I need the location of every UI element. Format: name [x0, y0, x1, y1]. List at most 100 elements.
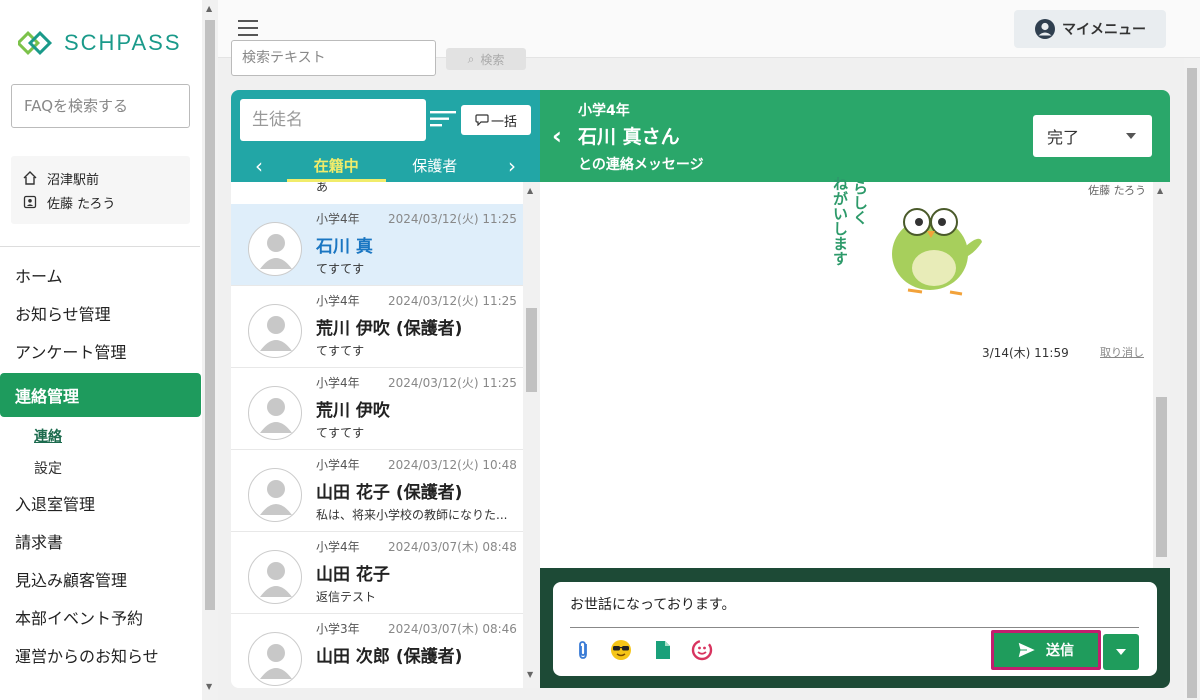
- scroll-down-icon[interactable]: ▼: [206, 682, 212, 691]
- contact-list-header: 一括 ‹ 在籍中 保護者 ›: [231, 90, 540, 182]
- list-item-name: 荒川 伊吹: [316, 401, 390, 421]
- list-item-date: 2024/03/12(火) 11:25: [388, 294, 517, 308]
- bulk-message-label: 一括: [490, 114, 517, 130]
- nav-contact-management[interactable]: 連絡管理: [0, 373, 201, 417]
- sidebar-scrollbar[interactable]: ▲ ▼: [202, 0, 218, 700]
- list-item-grade: 小学4年: [316, 212, 360, 226]
- message-timestamp: 3/14(木) 11:59: [982, 346, 1069, 360]
- logo[interactable]: SCHPASS: [18, 28, 182, 58]
- faq-search-input[interactable]: [11, 84, 190, 128]
- svg-text:らしく: らしく: [851, 180, 869, 225]
- compose-text-field[interactable]: お世話になっております。: [570, 594, 735, 614]
- status-select[interactable]: 完了: [1033, 115, 1152, 157]
- list-item-partial[interactable]: あ: [231, 182, 540, 204]
- send-options-dropdown[interactable]: [1103, 634, 1139, 670]
- scroll-down-icon[interactable]: ▼: [527, 670, 533, 679]
- document-icon[interactable]: [651, 638, 675, 662]
- emoji-sunglasses-icon[interactable]: [609, 638, 633, 662]
- text-search-input[interactable]: 検索テキスト: [231, 40, 436, 76]
- send-button-group: 送信: [991, 630, 1139, 670]
- sidebar: SCHPASS 沼津駅前 佐藤 たろう ホーム お知らせ管理 アンケート管理 連…: [0, 0, 218, 700]
- my-menu-button[interactable]: マイメニュー: [1014, 10, 1166, 48]
- list-item-message: あ: [316, 182, 329, 194]
- back-chevron-icon[interactable]: ‹: [552, 122, 562, 150]
- list-item[interactable]: 小学4年 2024/03/07(木) 08:48 山田 花子 返信テスト: [231, 532, 540, 614]
- status-value: 完了: [1047, 128, 1080, 147]
- caret-down-icon: [1126, 133, 1136, 139]
- nav-prospect-management[interactable]: 見込み顧客管理: [0, 560, 201, 598]
- account-circle-icon: [1035, 19, 1055, 39]
- avatar: [248, 222, 302, 276]
- attach-paperclip-icon[interactable]: [571, 638, 595, 662]
- nav-operator-notice[interactable]: 運営からのお知らせ: [0, 636, 201, 674]
- my-menu-label: マイメニュー: [1062, 22, 1146, 38]
- nav-entry-exit-management[interactable]: 入退室管理: [0, 484, 201, 522]
- list-item-grade: 小学4年: [316, 376, 360, 390]
- list-item-date: 2024/03/12(火) 10:48: [388, 458, 517, 472]
- scroll-up-icon[interactable]: ▲: [527, 186, 533, 195]
- schpass-logo-icon: [18, 30, 53, 56]
- send-button-label: 送信: [1046, 643, 1074, 659]
- list-item-grade: 小学4年: [316, 540, 360, 554]
- sort-filter-icon[interactable]: [430, 110, 456, 128]
- chat-bubble-icon: [475, 114, 489, 126]
- contact-list-panel: 一括 ‹ 在籍中 保護者 › あ 小学4年 2024/03/12(火) 11:2…: [231, 90, 540, 688]
- chat-grade: 小学4年: [578, 103, 630, 119]
- chat-subtitle: との連絡メッセージ: [578, 157, 704, 173]
- avatar: [248, 632, 302, 686]
- list-item-grade: 小学3年: [316, 622, 360, 636]
- undo-link[interactable]: 取り消し: [1100, 344, 1144, 360]
- tab-next-icon[interactable]: ›: [484, 154, 540, 178]
- sticker-icon[interactable]: [690, 638, 714, 662]
- tab-prev-icon[interactable]: ‹: [231, 154, 287, 178]
- list-item-message: 返信テスト: [316, 590, 377, 604]
- list-item[interactable]: 小学3年 2024/03/07(木) 08:46 山田 次郎 (保護者): [231, 614, 540, 688]
- nav-sub-contact[interactable]: 連絡: [0, 420, 201, 452]
- nav-survey-management[interactable]: アンケート管理: [0, 332, 201, 370]
- home-icon: [23, 171, 37, 185]
- text-search-button-label: 検索: [480, 52, 505, 67]
- nav-hq-event-booking[interactable]: 本部イベント予約: [0, 598, 201, 636]
- avatar: [248, 550, 302, 604]
- nav-sub-settings[interactable]: 設定: [0, 452, 201, 484]
- compose-box[interactable]: お世話になっております。 送信: [553, 582, 1157, 676]
- compose-area: お世話になっております。 送信: [540, 568, 1170, 688]
- list-scrollbar[interactable]: ▲ ▼: [523, 182, 540, 688]
- list-item-name: 山田 花子 (保護者): [316, 483, 463, 503]
- nav-home[interactable]: ホーム: [0, 256, 201, 294]
- sidebar-nav: ホーム お知らせ管理 アンケート管理 連絡管理 連絡 設定 入退室管理 請求書 …: [0, 256, 201, 674]
- svg-text:ねがいします: ねがいします: [831, 176, 849, 266]
- list-item[interactable]: 小学4年 2024/03/12(火) 11:25 荒川 伊吹 てすてす: [231, 368, 540, 450]
- list-item[interactable]: 小学4年 2024/03/12(火) 11:25 石川 真 てすてす: [231, 204, 540, 286]
- nav-notice-management[interactable]: お知らせ管理: [0, 294, 201, 332]
- chat-recipient-name: 石川 真さん: [578, 126, 680, 148]
- send-button[interactable]: 送信: [991, 630, 1101, 670]
- list-item[interactable]: 小学4年 2024/03/12(火) 11:25 荒川 伊吹 (保護者) てすて…: [231, 286, 540, 368]
- tab-enrolled[interactable]: 在籍中: [287, 150, 386, 182]
- sidebar-scroll-thumb[interactable]: [205, 20, 215, 610]
- hamburger-menu-icon[interactable]: [238, 20, 258, 36]
- list-item-message: 私は、将来小学校の教師になりた...: [316, 508, 508, 522]
- scroll-up-icon[interactable]: ▲: [1157, 186, 1163, 195]
- avatar: [248, 468, 302, 522]
- contact-list: あ 小学4年 2024/03/12(火) 11:25 石川 真 てすてす 小学4…: [231, 182, 540, 688]
- list-scroll-thumb[interactable]: [526, 308, 537, 392]
- list-item-grade: 小学4年: [316, 458, 360, 472]
- list-item-date: 2024/03/07(木) 08:48: [388, 540, 517, 554]
- text-search-button[interactable]: ⌕ 検索: [446, 48, 526, 70]
- scroll-up-icon[interactable]: ▲: [206, 4, 212, 13]
- nav-invoice[interactable]: 請求書: [0, 522, 201, 560]
- chat-scrollbar[interactable]: ▲: [1153, 182, 1170, 568]
- avatar: [248, 386, 302, 440]
- message-sender: 佐藤 たろう: [1088, 184, 1146, 197]
- tab-guardians[interactable]: 保護者: [386, 150, 485, 182]
- page-scrollbar[interactable]: [1184, 58, 1200, 700]
- list-item-message: てすてす: [316, 426, 365, 440]
- page-scroll-thumb[interactable]: [1187, 68, 1197, 698]
- student-name-input[interactable]: [240, 99, 426, 141]
- user-row: 佐藤 たろう: [23, 190, 178, 214]
- chat-scroll-thumb[interactable]: [1156, 397, 1167, 557]
- list-item[interactable]: 小学4年 2024/03/12(火) 10:48 山田 花子 (保護者) 私は、…: [231, 450, 540, 532]
- paper-plane-icon: [1018, 642, 1036, 658]
- bulk-message-button[interactable]: 一括: [461, 105, 531, 135]
